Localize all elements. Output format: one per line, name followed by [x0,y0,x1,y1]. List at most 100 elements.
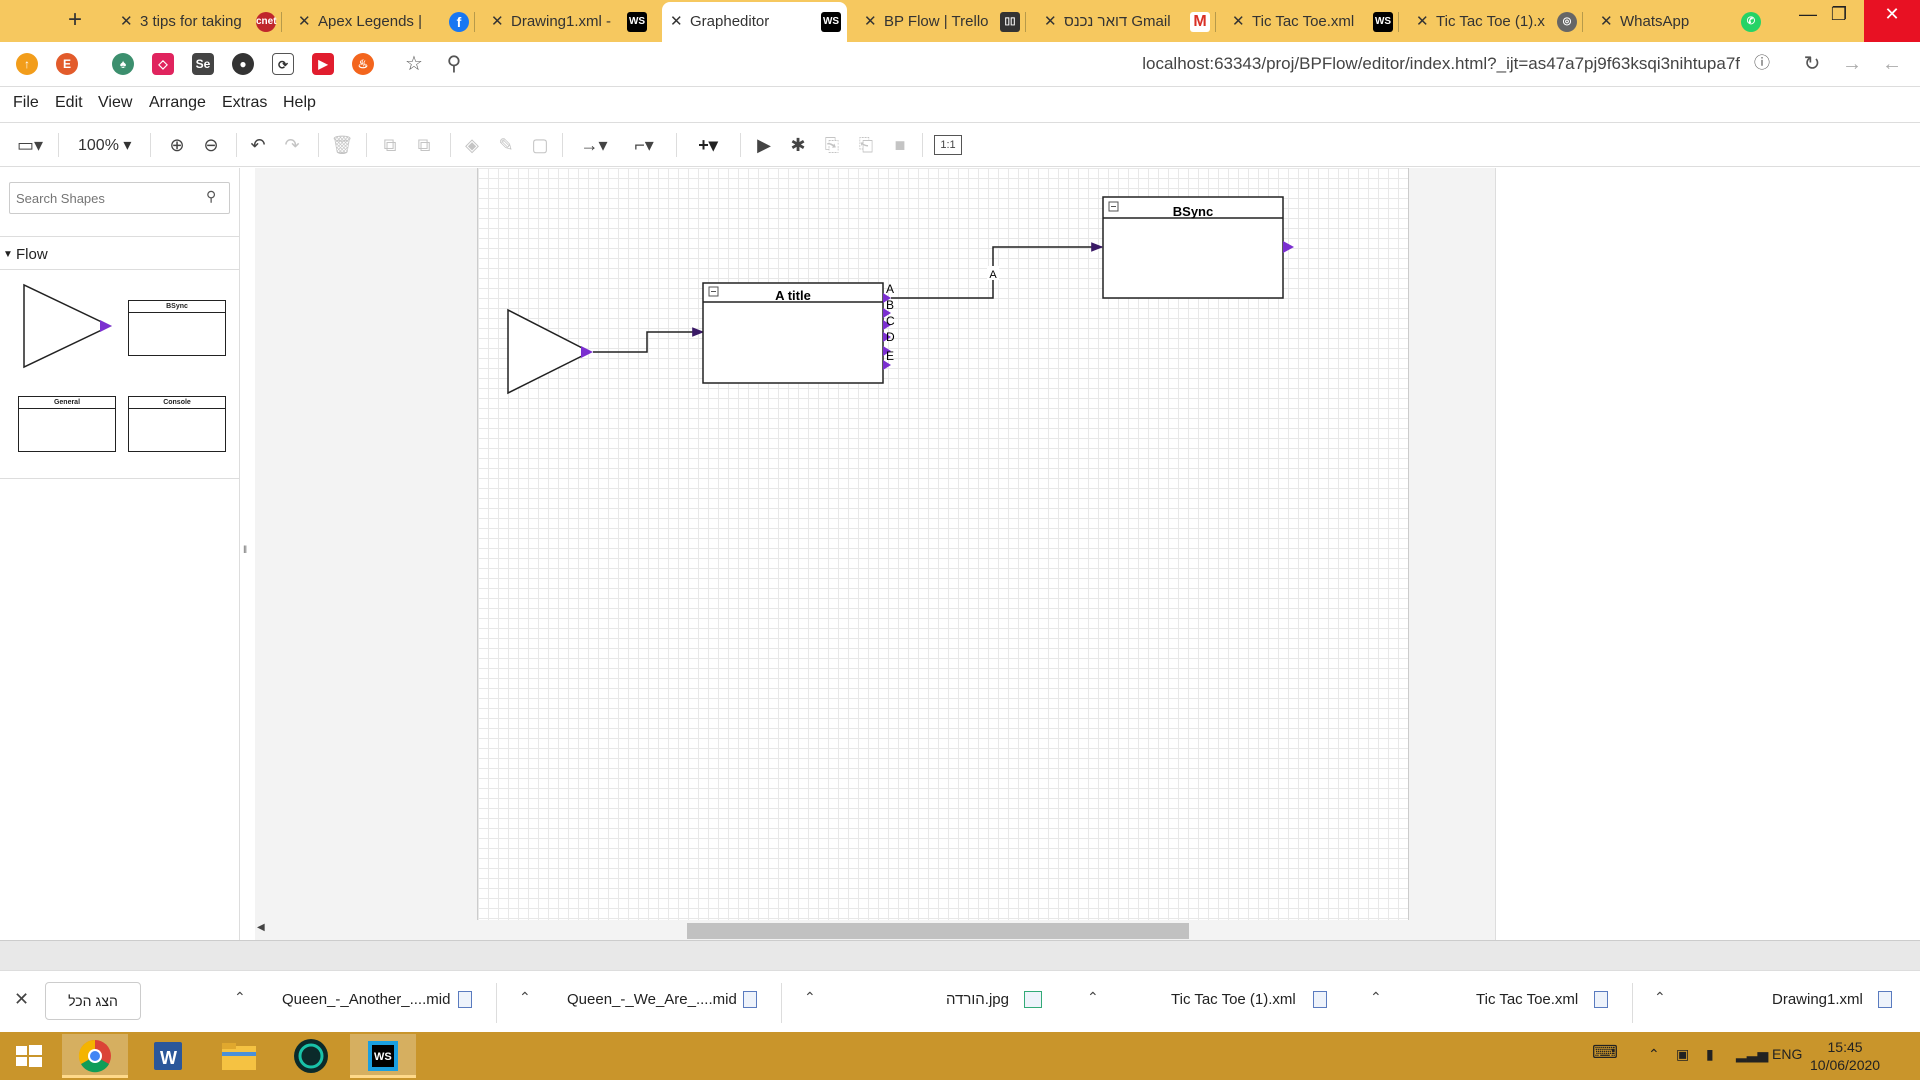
debug-bug-icon[interactable]: ✱ [786,133,810,157]
step-icon[interactable]: ⎘ [820,133,844,157]
extension-icon[interactable]: ● [232,53,254,75]
title-node[interactable]: A title [702,282,884,384]
word-icon[interactable]: W [134,1034,200,1078]
tab-apex[interactable]: ✕ Apex Legends | f [290,4,475,40]
tab-grapheditor[interactable]: ✕ Grapheditor WS [662,2,847,42]
search-shapes-input[interactable] [9,182,230,214]
download-item[interactable]: ⌃ Queen_-_Another_....mid [230,983,497,1023]
extension-icon[interactable]: ♨ [352,53,374,75]
close-tab-icon[interactable]: ✕ [1600,12,1613,30]
flow-section-header[interactable]: ▼ Flow [0,236,239,270]
redo-icon[interactable]: ↷ [280,133,304,157]
keyboard-icon[interactable]: ⌨ [1592,1042,1618,1063]
fill-color-icon[interactable]: ◈ [460,133,484,157]
close-window-button[interactable]: ✕ [1864,0,1920,42]
waypoints-icon[interactable]: ⌐▾ [624,133,664,157]
forward-icon[interactable]: → [1838,50,1866,78]
diagram-layer[interactable]: A title A B C D E A BSync [477,168,1409,920]
profile-avatar[interactable]: E [56,53,78,75]
format-panel-icon[interactable]: ▭▾ [12,133,48,157]
close-tab-icon[interactable]: ✕ [1232,12,1245,30]
shape-console[interactable]: Console [128,396,226,452]
update-icon[interactable]: ↑ [16,53,38,75]
zoom-in-icon[interactable]: ⊕ [165,133,189,157]
start-node[interactable] [507,308,593,395]
horizontal-scrollbar[interactable]: ◀ [255,920,1495,940]
download-item[interactable]: ⌃ הורדה.jpg [800,983,1066,1023]
edge-start-to-title[interactable] [593,327,705,353]
bsync-node[interactable]: BSync [1102,196,1294,299]
chevron-up-icon[interactable]: ⌃ [1648,1046,1660,1063]
close-tab-icon[interactable]: ✕ [298,12,311,30]
zoom-select[interactable]: 100% ▾ [78,135,131,155]
line-color-icon[interactable]: ✎ [494,133,518,157]
network-icon[interactable]: ▣ [1676,1046,1689,1063]
menu-view[interactable]: View [98,94,132,112]
chevron-up-icon[interactable]: ⌃ [804,989,816,1006]
shape-general[interactable]: General [18,396,116,452]
close-tab-icon[interactable]: ✕ [1416,12,1429,30]
new-tab-button[interactable]: + [62,8,88,34]
extension-icon[interactable]: ◇ [152,53,174,75]
download-item[interactable]: ⌃ Tic Tac Toe.xml [1366,983,1633,1023]
tab-tictactoe[interactable]: ✕ Tic Tac Toe.xml WS [1224,4,1399,40]
zoom-out-icon[interactable]: ⊖ [199,133,223,157]
search-icon[interactable]: ⚲ [440,50,468,78]
url-field[interactable]: localhost:63343/proj/BPFlow/editor/index… [1110,54,1740,74]
extension-icon[interactable]: ⟳ [272,53,294,75]
close-tab-icon[interactable]: ✕ [120,12,133,30]
search-icon[interactable]: ⚲ [206,188,216,205]
site-info-icon[interactable]: ⓘ [1748,50,1776,78]
actual-size-icon[interactable]: 1:1 [934,135,962,155]
battery-icon[interactable]: ▮ [1706,1046,1714,1063]
back-icon[interactable]: ← [1878,50,1906,78]
chevron-up-icon[interactable]: ⌃ [519,989,531,1006]
chevron-up-icon[interactable]: ⌃ [1654,989,1666,1006]
download-item[interactable]: ⌃ Tic Tac Toe (1).xml [1083,983,1349,1023]
menu-file[interactable]: File [13,94,39,112]
tab-whatsapp[interactable]: ✕ WhatsApp ✆ [1592,4,1767,40]
close-tab-icon[interactable]: ✕ [670,12,683,30]
download-item[interactable]: ⌃ Queen_-_We_Are_....mid [515,983,782,1023]
stop-icon[interactable]: ■ [888,133,912,157]
menu-help[interactable]: Help [283,94,316,112]
close-tab-icon[interactable]: ✕ [864,12,877,30]
to-front-icon[interactable]: ⧉ [378,133,402,157]
clock[interactable]: 15:45 10/06/2020 [1810,1038,1880,1074]
tab-trello[interactable]: ✕ BP Flow | Trello ▯▯ [856,4,1026,40]
undo-icon[interactable]: ↶ [246,133,270,157]
connection-icon[interactable]: →▾ [574,133,614,157]
close-icon[interactable]: ✕ [14,989,29,1010]
scroll-left-icon[interactable]: ◀ [257,922,265,933]
windows-start-icon[interactable] [0,1034,58,1078]
webstorm-icon[interactable]: WS [350,1034,416,1078]
to-back-icon[interactable]: ⧉ [412,133,436,157]
chevron-up-icon[interactable]: ⌃ [1370,989,1382,1006]
reload-icon[interactable]: ↻ [1798,50,1826,78]
scroll-thumb[interactable] [687,923,1189,939]
tab-cnet[interactable]: ✕ 3 tips for taking cnet [112,4,282,40]
bookmark-star-icon[interactable]: ☆ [400,50,428,78]
insert-icon[interactable]: +▾ [688,133,728,157]
chevron-up-icon[interactable]: ⌃ [1087,989,1099,1006]
menu-extras[interactable]: Extras [222,94,267,112]
sidebar-resize-handle[interactable]: ‖ [243,545,247,556]
signal-icon[interactable]: ▂▃▅ [1736,1046,1768,1063]
close-tab-icon[interactable]: ✕ [1044,12,1057,30]
download-item[interactable]: ⌃ Drawing1.xml [1650,983,1916,1023]
play-icon[interactable]: ▶ [752,133,776,157]
maximize-button[interactable]: ❐ [1814,0,1864,42]
menu-edit[interactable]: Edit [55,94,83,112]
step-back-icon[interactable]: ⎗ [854,133,878,157]
chevron-up-icon[interactable]: ⌃ [234,989,246,1006]
tab-drawing1[interactable]: ✕ Drawing1.xml - WS [483,4,653,40]
shadow-icon[interactable]: ▢ [528,133,552,157]
close-tab-icon[interactable]: ✕ [491,12,504,30]
tab-tictactoe-1[interactable]: ✕ Tic Tac Toe (1).x ◎ [1408,4,1583,40]
delete-icon[interactable]: 🗑 [330,133,354,157]
tab-gmail[interactable]: ✕ דואר נכנס Gmail M [1036,4,1216,40]
menu-arrange[interactable]: Arrange [149,94,206,112]
file-explorer-icon[interactable] [206,1034,272,1078]
gitkraken-icon[interactable] [278,1034,344,1078]
extension-icon[interactable]: ▶ [312,53,334,75]
